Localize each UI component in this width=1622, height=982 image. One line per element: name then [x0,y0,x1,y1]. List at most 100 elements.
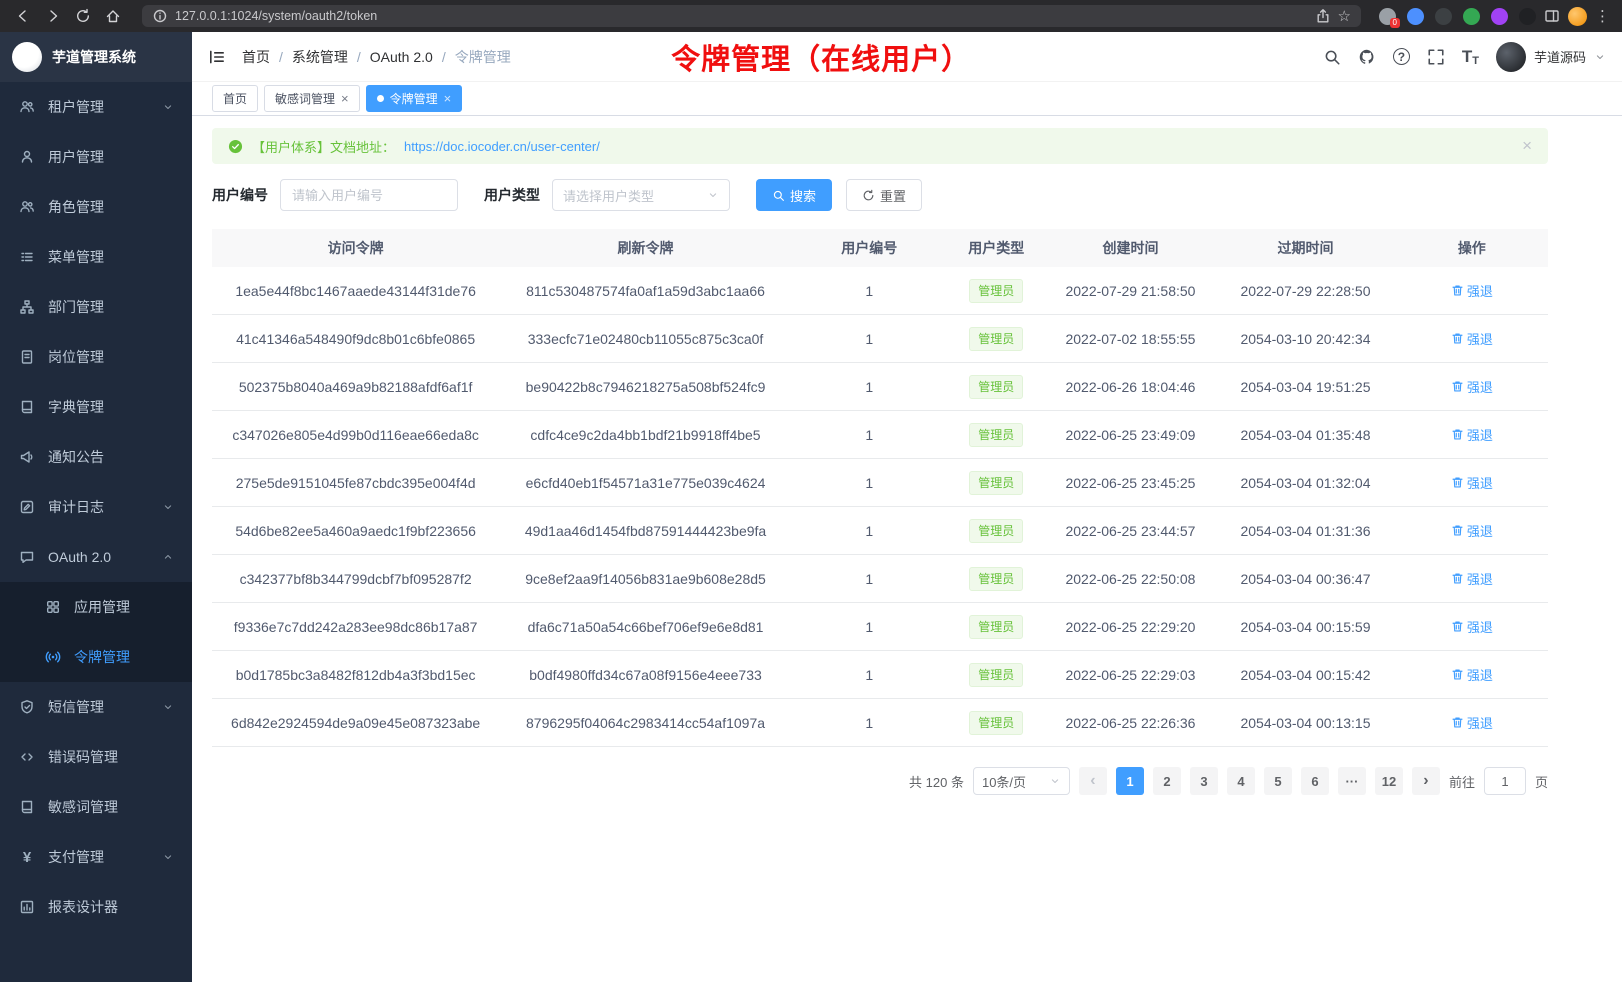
tab-item[interactable]: 首页 [212,85,258,112]
extension-icon[interactable] [1407,8,1424,25]
font-size-icon[interactable]: TT [1462,47,1479,67]
browser-forward-icon[interactable] [42,5,64,27]
user-id-input[interactable] [280,179,458,211]
force-logout-button[interactable]: 强退 [1451,281,1493,300]
page-size-select[interactable]: 10条/页 [973,767,1070,795]
sidebar-item-label: 角色管理 [48,197,104,217]
page-number-button[interactable]: 1 [1116,767,1144,795]
page-number-button[interactable]: 4 [1227,767,1255,795]
force-logout-button[interactable]: 强退 [1451,569,1493,588]
force-logout-button[interactable]: 强退 [1451,329,1493,348]
prev-page-button[interactable]: ‹ [1079,767,1107,795]
breadcrumb-item[interactable]: 系统管理 [292,47,348,67]
user-type-select[interactable]: 请选择用户类型 [552,179,730,211]
user-id-cell: 1 [792,523,947,539]
sidebar-item[interactable]: 错误码管理 [0,732,192,782]
site-info-icon[interactable] [152,8,168,24]
sidebar-item[interactable]: 短信管理 [0,682,192,732]
sidebar-submenu: 应用管理令牌管理 [0,582,192,682]
force-logout-label: 强退 [1467,329,1493,348]
broadcast-icon [44,649,62,665]
reset-button[interactable]: 重置 [846,179,922,211]
user-type-tag: 管理员 [969,279,1023,303]
page-number-button[interactable]: 6 [1301,767,1329,795]
share-icon[interactable] [1315,8,1331,24]
page-ellipsis-button[interactable]: ··· [1338,767,1366,795]
browser-reload-icon[interactable] [72,5,94,27]
browser-home-icon[interactable] [102,5,124,27]
fullscreen-icon[interactable] [1427,48,1445,66]
tab-close-icon[interactable]: × [444,92,452,105]
user-menu[interactable]: 芋道源码 [1496,42,1606,72]
page-number-button[interactable]: 2 [1153,767,1181,795]
address-bar[interactable]: 127.0.0.1:1024/system/oauth2/token ☆ [142,5,1361,27]
header-tools: ? TT 芋道源码 [1323,42,1606,72]
force-logout-button[interactable]: 强退 [1451,377,1493,396]
trash-icon [1451,668,1464,681]
tab-item[interactable]: 敏感词管理× [264,85,360,112]
sidebar-item[interactable]: 审计日志 [0,482,192,532]
sidebar-item[interactable]: 敏感词管理 [0,782,192,832]
tab-active[interactable]: 令牌管理× [366,85,463,112]
create-time-cell: 2022-06-25 23:44:57 [1046,523,1216,539]
bookmark-star-icon[interactable]: ☆ [1338,9,1351,24]
page-number-button[interactable]: 3 [1190,767,1218,795]
sidebar-item[interactable]: 令牌管理 [0,632,192,682]
alert-doc-link[interactable]: https://doc.iocoder.cn/user-center/ [404,139,600,154]
sidebar-item[interactable]: 租户管理 [0,82,192,132]
split-view-icon[interactable] [1544,8,1560,24]
chevdown-icon [162,701,174,713]
chevron-down-icon [707,189,719,201]
breadcrumb-item[interactable]: 令牌管理 [455,47,511,67]
sidebar-item[interactable]: OAuth 2.0 [0,532,192,582]
browser-back-icon[interactable] [12,5,34,27]
sidebar-item[interactable]: 用户管理 [0,132,192,182]
trash-icon [1451,476,1464,489]
shield-icon [18,699,36,715]
breadcrumb-item[interactable]: 首页 [242,47,270,67]
page-number-button[interactable]: 5 [1264,767,1292,795]
github-icon[interactable] [1358,48,1376,66]
alert-close-icon[interactable]: × [1522,136,1532,156]
next-page-button[interactable]: › [1412,767,1440,795]
actions-cell: 强退 [1396,425,1548,444]
force-logout-button[interactable]: 强退 [1451,425,1493,444]
extension-icon[interactable] [1435,8,1452,25]
badge-icon [18,349,36,365]
extension-icon[interactable]: 0 [1379,8,1396,25]
sidebar-item[interactable]: 字典管理 [0,382,192,432]
search-button[interactable]: 搜索 [756,179,832,211]
user-id-label: 用户编号 [212,185,268,205]
extension-icon[interactable] [1491,8,1508,25]
sidebar-item[interactable]: 岗位管理 [0,332,192,382]
sidebar-item[interactable]: 应用管理 [0,582,192,632]
force-logout-button[interactable]: 强退 [1451,617,1493,636]
force-logout-button[interactable]: 强退 [1451,521,1493,540]
sidebar-item[interactable]: ¥支付管理 [0,832,192,882]
expire-time-cell: 2054-03-04 01:31:36 [1215,523,1395,539]
extension-icon[interactable] [1463,8,1480,25]
active-tab-dot [377,95,384,102]
goto-page-input[interactable] [1484,767,1526,795]
access-token-cell: 275e5de9151045fe87cbdc395e004f4d [212,475,499,491]
sidebar-item[interactable]: 报表设计器 [0,882,192,932]
table-row: 275e5de9151045fe87cbdc395e004f4de6cfd40e… [212,459,1548,507]
page-header: 首页/系统管理/OAuth 2.0/令牌管理 令牌管理（在线用户） ? TT 芋… [192,32,1622,82]
sidebar-item[interactable]: 通知公告 [0,432,192,482]
help-icon[interactable]: ? [1393,48,1410,65]
tab-close-icon[interactable]: × [341,92,349,105]
force-logout-button[interactable]: 强退 [1451,713,1493,732]
sidebar-item[interactable]: 角色管理 [0,182,192,232]
extension-icon[interactable] [1519,8,1536,25]
sidebar-toggle-icon[interactable] [208,48,226,66]
force-logout-button[interactable]: 强退 [1451,473,1493,492]
browser-menu-icon[interactable]: ⋮ [1595,9,1610,24]
breadcrumb-item[interactable]: OAuth 2.0 [370,49,433,65]
sidebar-item[interactable]: 部门管理 [0,282,192,332]
sidebar-item[interactable]: 菜单管理 [0,232,192,282]
search-icon[interactable] [1323,48,1341,66]
app-logo-row[interactable]: 芋道管理系统 [0,32,192,82]
force-logout-button[interactable]: 强退 [1451,665,1493,684]
browser-profile-avatar[interactable] [1568,7,1587,26]
page-number-button[interactable]: 12 [1375,767,1403,795]
